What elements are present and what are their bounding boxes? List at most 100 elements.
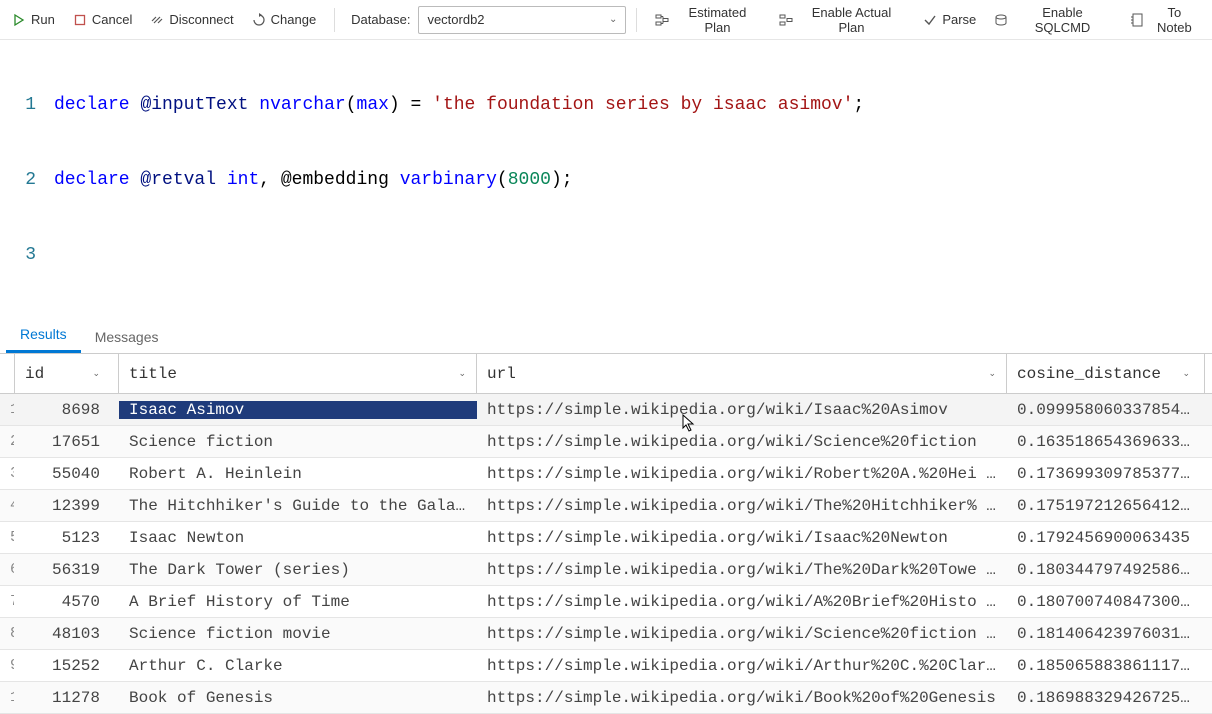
- cell-id[interactable]: 15252: [15, 657, 119, 675]
- col-id[interactable]: id⌄: [15, 354, 119, 393]
- table-row[interactable]: 18698Isaac Asimovhttps://simple.wikipedi…: [0, 394, 1212, 426]
- tab-results[interactable]: Results: [6, 318, 81, 353]
- cell-url[interactable]: https://simple.wikipedia.org/wiki/Isaac%…: [477, 529, 1007, 547]
- database-value: vectordb2: [427, 12, 484, 27]
- cell-distance[interactable]: 0.18506588386111733: [1007, 657, 1205, 675]
- cell-title[interactable]: Science fiction movie: [119, 625, 477, 643]
- run-label: Run: [31, 12, 55, 27]
- cell-distance[interactable]: 0.18698832942672572: [1007, 689, 1205, 707]
- cell-distance[interactable]: 0.17369930978537718: [1007, 465, 1205, 483]
- actual-plan-button[interactable]: Enable Actual Plan: [771, 1, 914, 39]
- row-number: 5: [0, 529, 15, 546]
- database-label: Database:: [351, 12, 410, 27]
- table-row[interactable]: 848103Science fiction moviehttps://simpl…: [0, 618, 1212, 650]
- cell-distance[interactable]: 0.16351865436963342: [1007, 433, 1205, 451]
- toolbar: Run Cancel Disconnect Change Database: v…: [0, 0, 1212, 40]
- sqlcmd-icon: [994, 13, 1008, 27]
- col-title[interactable]: title⌄: [119, 354, 477, 393]
- notebook-button[interactable]: To Noteb: [1122, 1, 1208, 39]
- actual-plan-icon: [779, 13, 793, 27]
- cell-id[interactable]: 48103: [15, 625, 119, 643]
- col-url[interactable]: url⌄: [477, 354, 1007, 393]
- table-row[interactable]: 355040Robert A. Heinleinhttps://simple.w…: [0, 458, 1212, 490]
- row-number: 10: [0, 689, 15, 706]
- chevron-down-icon[interactable]: ⌄: [1182, 369, 1190, 379]
- table-row[interactable]: 217651Science fictionhttps://simple.wiki…: [0, 426, 1212, 458]
- cell-title[interactable]: Isaac Newton: [119, 529, 477, 547]
- cell-url[interactable]: https://simple.wikipedia.org/wiki/Scienc…: [477, 625, 1007, 643]
- line-number: 3: [0, 243, 54, 268]
- cell-url[interactable]: https://simple.wikipedia.org/wiki/Arthur…: [477, 657, 1007, 675]
- table-row[interactable]: 55123Isaac Newtonhttps://simple.wikipedi…: [0, 522, 1212, 554]
- line-number: 2: [0, 168, 54, 193]
- table-row[interactable]: 915252Arthur C. Clarkehttps://simple.wik…: [0, 650, 1212, 682]
- sqlcmd-label: Enable SQLCMD: [1013, 5, 1111, 35]
- separator: [636, 8, 637, 32]
- cancel-button[interactable]: Cancel: [65, 8, 140, 31]
- cell-distance[interactable]: 0.17519721265641264: [1007, 497, 1205, 515]
- table-row[interactable]: 74570A Brief History of Timehttps://simp…: [0, 586, 1212, 618]
- row-number: 7: [0, 593, 15, 610]
- cell-distance[interactable]: 0.18070074084730003: [1007, 593, 1205, 611]
- line-number: 1: [0, 93, 54, 118]
- cell-title[interactable]: The Dark Tower (series): [119, 561, 477, 579]
- cell-title[interactable]: Isaac Asimov: [119, 401, 477, 419]
- cell-id[interactable]: 5123: [15, 529, 119, 547]
- sql-editor[interactable]: 1declare @inputText nvarchar(max) = 'the…: [0, 40, 1212, 314]
- table-row[interactable]: 656319The Dark Tower (series)https://sim…: [0, 554, 1212, 586]
- table-row[interactable]: 1011278Book of Genesishttps://simple.wik…: [0, 682, 1212, 714]
- cell-title[interactable]: Book of Genesis: [119, 689, 477, 707]
- notebook-label: To Noteb: [1149, 5, 1200, 35]
- row-number: 9: [0, 657, 15, 674]
- cell-id[interactable]: 11278: [15, 689, 119, 707]
- chevron-down-icon[interactable]: ⌄: [988, 369, 996, 379]
- cell-title[interactable]: A Brief History of Time: [119, 593, 477, 611]
- cell-url[interactable]: https://simple.wikipedia.org/wiki/Scienc…: [477, 433, 1007, 451]
- table-row[interactable]: 412399The Hitchhiker's Guide to the Gala…: [0, 490, 1212, 522]
- plan-icon: [655, 13, 669, 27]
- cell-distance[interactable]: 0.1792456900063435: [1007, 529, 1205, 547]
- cell-url[interactable]: https://simple.wikipedia.org/wiki/A%20Br…: [477, 593, 1007, 611]
- cell-title[interactable]: Science fiction: [119, 433, 477, 451]
- chevron-down-icon[interactable]: ⌄: [92, 369, 100, 379]
- results-grid: id⌄ title⌄ url⌄ cosine_distance⌄ 18698Is…: [0, 354, 1212, 714]
- disconnect-button[interactable]: Disconnect: [142, 8, 241, 31]
- cancel-label: Cancel: [92, 12, 132, 27]
- sqlcmd-button[interactable]: Enable SQLCMD: [986, 1, 1119, 39]
- estimated-plan-button[interactable]: Estimated Plan: [647, 1, 768, 39]
- cell-url[interactable]: https://simple.wikipedia.org/wiki/The%20…: [477, 497, 1007, 515]
- change-icon: [252, 13, 266, 27]
- cell-title[interactable]: Robert A. Heinlein: [119, 465, 477, 483]
- change-label: Change: [271, 12, 317, 27]
- check-icon: [923, 13, 937, 27]
- cell-distance[interactable]: 0.18140642397603168: [1007, 625, 1205, 643]
- cell-title[interactable]: Arthur C. Clarke: [119, 657, 477, 675]
- cell-id[interactable]: 8698: [15, 401, 119, 419]
- cell-url[interactable]: https://simple.wikipedia.org/wiki/Isaac%…: [477, 401, 1007, 419]
- cell-id[interactable]: 55040: [15, 465, 119, 483]
- notebook-icon: [1130, 13, 1144, 27]
- cell-title[interactable]: The Hitchhiker's Guide to the Galaxy: [119, 497, 477, 515]
- col-distance[interactable]: cosine_distance⌄: [1007, 354, 1205, 393]
- cell-id[interactable]: 17651: [15, 433, 119, 451]
- run-button[interactable]: Run: [4, 8, 63, 31]
- chevron-down-icon: ⌄: [609, 14, 617, 25]
- row-number: 1: [0, 401, 15, 418]
- cell-url[interactable]: https://simple.wikipedia.org/wiki/Robert…: [477, 465, 1007, 483]
- tab-messages[interactable]: Messages: [81, 321, 173, 353]
- row-number: 6: [0, 561, 15, 578]
- cell-distance[interactable]: 0.18034479749258636: [1007, 561, 1205, 579]
- disconnect-label: Disconnect: [169, 12, 233, 27]
- grid-body: 18698Isaac Asimovhttps://simple.wikipedi…: [0, 394, 1212, 714]
- change-button[interactable]: Change: [244, 8, 325, 31]
- cell-id[interactable]: 12399: [15, 497, 119, 515]
- cell-url[interactable]: https://simple.wikipedia.org/wiki/The%20…: [477, 561, 1007, 579]
- cell-url[interactable]: https://simple.wikipedia.org/wiki/Book%2…: [477, 689, 1007, 707]
- cell-id[interactable]: 56319: [15, 561, 119, 579]
- cell-distance[interactable]: 0.09995806033785404: [1007, 401, 1205, 419]
- chevron-down-icon[interactable]: ⌄: [458, 369, 466, 379]
- parse-button[interactable]: Parse: [915, 8, 984, 31]
- database-select[interactable]: vectordb2 ⌄: [418, 6, 626, 34]
- stop-icon: [73, 13, 87, 27]
- cell-id[interactable]: 4570: [15, 593, 119, 611]
